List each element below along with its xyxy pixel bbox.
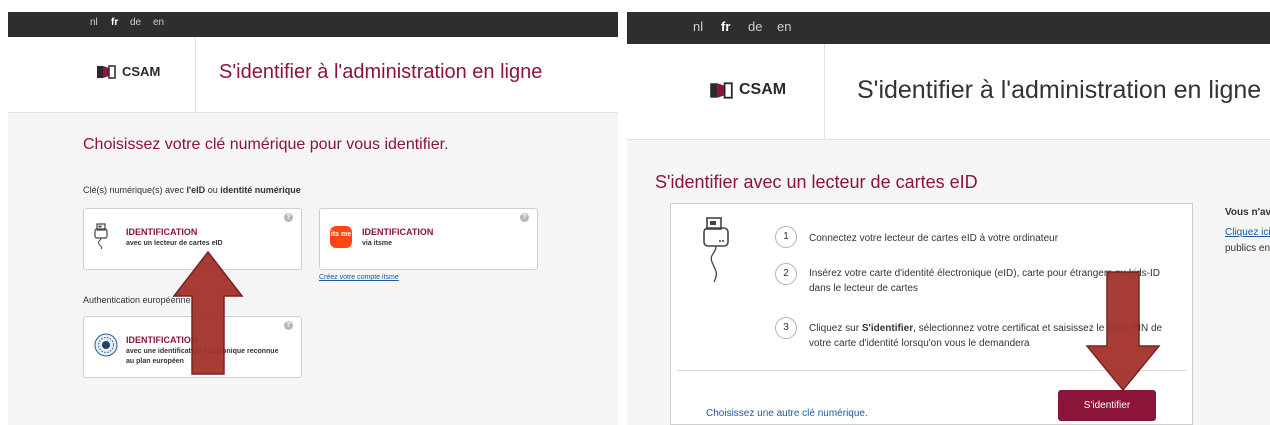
lang-fr[interactable]: fr (111, 12, 118, 34)
card-title: IDENTIFICATION (362, 227, 434, 237)
step-number: 1 (775, 226, 797, 248)
page-heading: Choisissez votre clé numérique pour vous… (83, 136, 449, 153)
site-header: CSAM S'identifier à l'administration en … (8, 37, 618, 113)
csam-logo-icon (710, 81, 733, 99)
itsme-logo-text-its: its me (331, 231, 351, 238)
card-subtitle: via itsme (362, 240, 392, 247)
help-icon[interactable]: ? (520, 213, 529, 222)
digital-keys-label: Clé(s) numérique(s) avec l'eID ou identi… (83, 185, 301, 195)
right-panel: nl fr de en CSAM S'identifier à l'admini… (627, 12, 1270, 425)
choose-other-key-link[interactable]: Choisissez une autre clé numérique. (706, 408, 868, 419)
csam-logo[interactable]: CSAM (96, 64, 160, 79)
csam-logo[interactable]: CSAM (709, 81, 786, 99)
lang-de[interactable]: de (748, 12, 762, 42)
lang-en[interactable]: en (777, 12, 791, 42)
digital-keys-digital: identité numérique (220, 185, 301, 195)
step-text-bold: S'identifier (861, 323, 914, 334)
card-reader-icon (94, 223, 108, 249)
side-panel-link[interactable]: Cliquez ici (1225, 227, 1270, 238)
step-text: Connectez votre lecteur de cartes eID à … (809, 233, 1059, 244)
itsme-identification-card[interactable]: ? its me IDENTIFICATION via itsme (319, 208, 538, 270)
language-bar: nl fr de en (627, 12, 1270, 44)
logo-box: CSAM (627, 44, 825, 139)
logo-text: CSAM (122, 64, 161, 79)
card-reader-icon (703, 217, 729, 283)
digital-keys-prefix: Clé(s) numérique(s) avec (83, 185, 187, 195)
lang-en[interactable]: en (153, 12, 164, 34)
identify-button[interactable]: S'identifier (1058, 390, 1156, 421)
itsme-logo: its me (330, 226, 352, 248)
lang-nl[interactable]: nl (693, 12, 703, 42)
step-text-before: Cliquez sur (809, 323, 862, 334)
side-panel-title: Vous n'av (1225, 207, 1270, 218)
logo-box: CSAM (8, 37, 196, 112)
help-icon[interactable]: ? (284, 321, 293, 330)
language-bar: nl fr de en (8, 12, 618, 37)
side-panel-text: publics en (1225, 243, 1270, 254)
digital-keys-eid: l'eID (186, 185, 206, 195)
step-number: 2 (775, 263, 797, 285)
site-header: CSAM S'identifier à l'administration en … (627, 44, 1270, 140)
header-title: S'identifier à l'administration en ligne (219, 61, 543, 83)
screenshot-root: nl fr de en CSAM S'identifier à l'admini… (0, 0, 1270, 425)
up-arrow-annotation (172, 250, 244, 375)
left-panel: nl fr de en CSAM S'identifier à l'admini… (8, 12, 618, 425)
european-id-icon (94, 333, 118, 357)
csam-logo-icon (97, 64, 116, 79)
card-subtitle: avec un lecteur de cartes eID (126, 240, 223, 247)
lang-de[interactable]: de (130, 12, 141, 34)
lang-nl[interactable]: nl (90, 12, 98, 34)
create-itsme-account-link[interactable]: Créez votre compte itsme (319, 274, 399, 281)
lang-fr[interactable]: fr (721, 12, 730, 42)
step-number: 3 (775, 317, 797, 339)
help-icon[interactable]: ? (284, 213, 293, 222)
page-heading: S'identifier avec un lecteur de cartes e… (655, 172, 978, 192)
logo-text: CSAM (739, 81, 787, 98)
down-arrow-annotation (1085, 271, 1161, 392)
card-title: IDENTIFICATION (126, 227, 198, 237)
digital-keys-middle: ou (205, 185, 221, 195)
header-title: S'identifier à l'administration en ligne (857, 76, 1262, 104)
